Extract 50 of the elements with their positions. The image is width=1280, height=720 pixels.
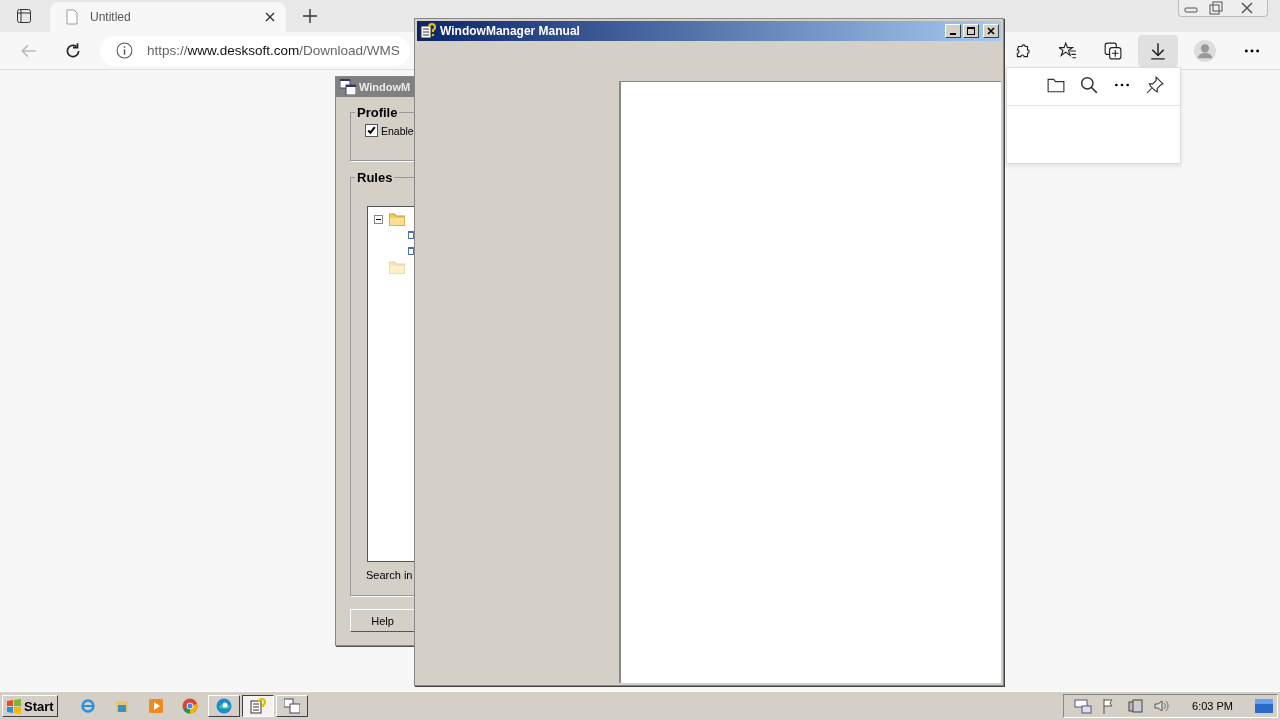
tab-actions-icon[interactable] (16, 8, 32, 24)
favorites-icon[interactable] (1059, 41, 1077, 60)
show-desktop-icon[interactable] (1255, 698, 1273, 714)
window-title: WindowManager Manual (440, 24, 580, 38)
close-icon (986, 26, 996, 36)
group-title: Rules (356, 170, 394, 185)
help-book-icon (420, 23, 436, 39)
browser-circle-icon (181, 698, 198, 714)
app-icon (340, 79, 356, 95)
speaker-icon[interactable] (1152, 698, 1171, 714)
window-title: WindowM (359, 81, 411, 93)
pin-icon[interactable] (1146, 76, 1164, 94)
checkbox[interactable] (365, 124, 378, 137)
address-bar[interactable]: https://www.desksoft.com/Download/WMS (100, 35, 410, 66)
close-button[interactable] (983, 24, 999, 38)
page-icon (66, 9, 78, 25)
download-button[interactable] (1138, 34, 1178, 67)
tab-title: Untitled (90, 10, 132, 24)
play-icon (147, 698, 164, 714)
url-text: https://www.desksoft.com/Download/WMS (147, 43, 400, 58)
enable-checkbox[interactable]: Enable (365, 124, 414, 137)
minimize-button[interactable] (945, 24, 961, 38)
clock: 6:03 PM (1192, 700, 1233, 712)
maximize-icon (966, 26, 976, 36)
browser-tab[interactable]: Untitled (50, 2, 286, 32)
search-label: Search in (366, 569, 413, 581)
download-icon (1149, 41, 1167, 60)
close-icon[interactable] (264, 11, 276, 23)
folder-icon[interactable] (1047, 76, 1065, 94)
wm-taskbar-button[interactable] (275, 695, 308, 717)
collections-icon[interactable] (1104, 41, 1122, 60)
edge-taskbar-button[interactable] (207, 695, 240, 717)
help-book-icon (249, 698, 266, 714)
windows-logo-icon (6, 698, 22, 714)
new-tab-icon[interactable] (302, 8, 318, 24)
search-icon[interactable] (1080, 76, 1098, 94)
browser-wave-icon (215, 698, 232, 714)
folder-icon (113, 698, 130, 714)
help-button[interactable]: Help (350, 609, 414, 632)
help-taskbar-button[interactable] (241, 695, 274, 717)
start-button[interactable]: Start (2, 695, 58, 717)
browser-e-icon (79, 698, 96, 714)
avatar-icon[interactable] (1194, 39, 1216, 62)
collapse-icon[interactable] (374, 214, 383, 224)
info-icon (116, 42, 133, 59)
refresh-icon[interactable] (64, 41, 82, 60)
puzzle-icon[interactable] (1014, 41, 1032, 60)
group-title: Profile (356, 105, 399, 120)
maximize-button[interactable] (963, 24, 979, 38)
windows-stack-icon (283, 698, 300, 714)
